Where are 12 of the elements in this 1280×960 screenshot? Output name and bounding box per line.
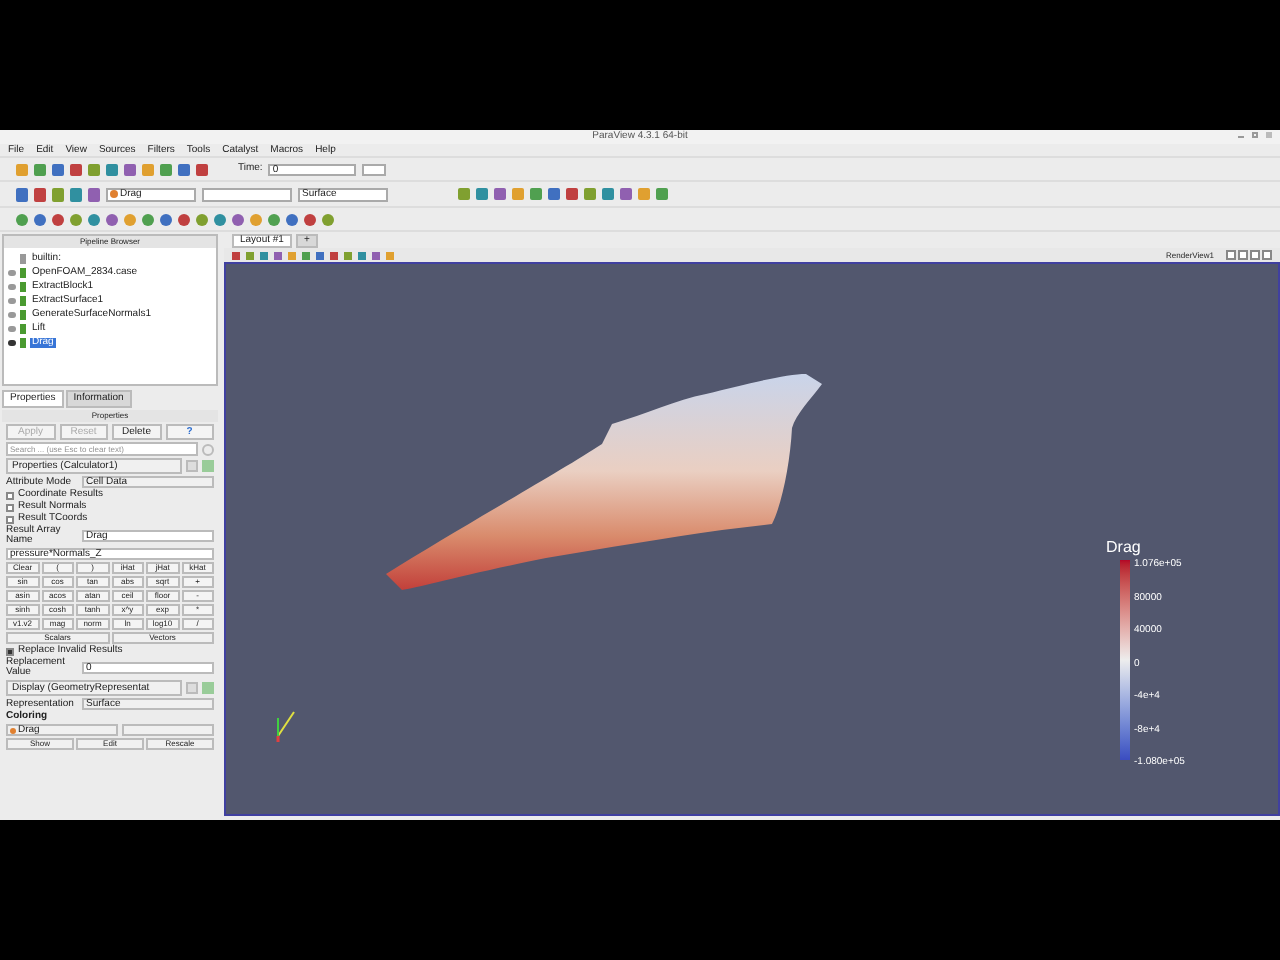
dropdown[interactable] — [202, 187, 292, 201]
server-icon — [20, 253, 26, 263]
maximize-icon[interactable] — [1252, 132, 1258, 138]
checkbox[interactable] — [6, 503, 14, 511]
time-step-spinbox[interactable] — [362, 163, 387, 175]
legend-title: Drag — [1106, 540, 1143, 556]
cell-data-icon — [110, 190, 118, 198]
cell-data-icon — [10, 727, 16, 733]
checkbox[interactable] — [6, 491, 14, 499]
checkbox[interactable] — [6, 647, 14, 655]
checkbox[interactable] — [6, 515, 14, 523]
dropdown[interactable] — [122, 724, 214, 736]
